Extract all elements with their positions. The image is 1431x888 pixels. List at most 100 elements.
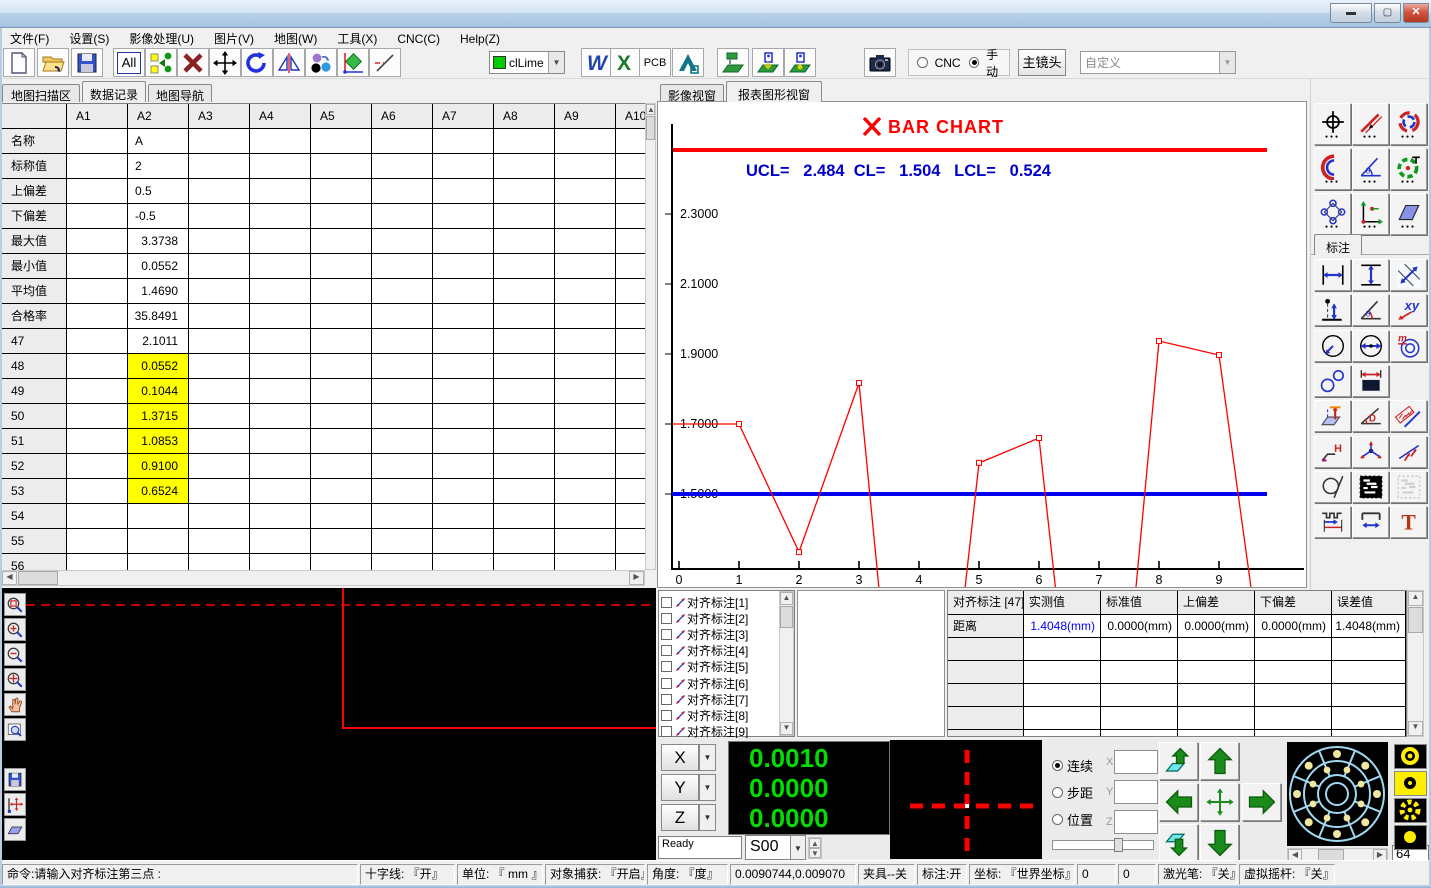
grid-cell[interactable] <box>433 454 494 479</box>
grid-cell[interactable] <box>616 354 645 379</box>
grid-cell[interactable] <box>555 479 616 504</box>
grid-cell[interactable] <box>494 429 555 454</box>
grid-cell[interactable] <box>616 129 645 154</box>
tab-chart-0[interactable]: 影像视窗 <box>660 84 724 102</box>
grid-cell[interactable] <box>311 504 372 529</box>
results-cell[interactable]: 0.0000(mm) <box>1255 615 1332 638</box>
grid-cell[interactable]: 0.9100 <box>128 454 189 479</box>
grid-cell[interactable] <box>250 304 311 329</box>
results-cell-empty[interactable] <box>1178 661 1255 684</box>
dim-text-button[interactable]: T <box>1390 506 1427 538</box>
tool-angle-button[interactable]: θ●●● <box>1352 148 1389 190</box>
results-col-header[interactable]: 标准值 <box>1101 591 1178 615</box>
axis-z-dropdown[interactable]: ▼ <box>699 804 716 831</box>
dim-plane-height-button[interactable] <box>1314 400 1351 432</box>
manual-radio[interactable] <box>969 57 980 68</box>
axis-y-dropdown[interactable]: ▼ <box>699 774 716 801</box>
dim-perpendicular-button[interactable] <box>1390 436 1427 468</box>
grid-cell[interactable] <box>494 404 555 429</box>
grid-cell[interactable] <box>372 329 433 354</box>
grid-cell[interactable] <box>555 504 616 529</box>
grid-cell[interactable] <box>616 454 645 479</box>
grid-cell[interactable] <box>128 554 189 570</box>
grid-cell[interactable] <box>189 479 250 504</box>
grid-cell[interactable] <box>372 254 433 279</box>
cad-view[interactable] <box>0 588 656 860</box>
grid-cell[interactable] <box>494 504 555 529</box>
grid-cell[interactable] <box>250 129 311 154</box>
grid-cell[interactable] <box>311 554 372 570</box>
grid-cell[interactable] <box>555 179 616 204</box>
grid-cell[interactable] <box>433 229 494 254</box>
pan-hand-button[interactable] <box>4 693 26 716</box>
grid-cell[interactable] <box>494 329 555 354</box>
results-col-header[interactable]: 上偏差 <box>1178 591 1255 615</box>
tab-annotate[interactable]: 标注 <box>1314 234 1362 255</box>
grid-cell[interactable] <box>616 254 645 279</box>
annotation-item[interactable]: 对齐标注[1] <box>661 594 748 610</box>
grid-cell[interactable] <box>616 529 645 554</box>
results-cell-empty[interactable] <box>1101 638 1178 661</box>
results-cell-empty[interactable] <box>1255 730 1332 737</box>
results-cell[interactable]: 0.0000(mm) <box>1178 615 1255 638</box>
step-x-input[interactable] <box>1114 750 1158 774</box>
annotation-item[interactable]: 对齐标注[8] <box>661 707 748 723</box>
transform-points-button[interactable] <box>145 48 177 77</box>
grid-cell[interactable] <box>311 454 372 479</box>
annotation-checkbox[interactable] <box>661 645 672 656</box>
grid-row-header[interactable]: 47 <box>2 329 67 354</box>
grid-cell[interactable] <box>372 154 433 179</box>
grid-cell[interactable] <box>433 504 494 529</box>
grid-row-header[interactable]: 上偏差 <box>2 179 67 204</box>
grid-cell[interactable] <box>433 129 494 154</box>
delete-button[interactable] <box>177 48 209 77</box>
grid-col-header[interactable]: A6 <box>372 104 433 129</box>
grid-cell[interactable] <box>311 179 372 204</box>
grid-cell[interactable] <box>250 329 311 354</box>
zoom-window-button[interactable] <box>4 593 26 616</box>
line-tool-button[interactable] <box>369 48 401 77</box>
grid-cell[interactable] <box>67 154 128 179</box>
grid-cell[interactable] <box>250 179 311 204</box>
grid-cell[interactable] <box>311 479 372 504</box>
profile-combo-arrow[interactable]: ▼ <box>1219 52 1235 73</box>
grid-cell[interactable] <box>67 329 128 354</box>
grid-row-header[interactable]: 54 <box>2 504 67 529</box>
save-button[interactable] <box>71 48 103 77</box>
mirror-button[interactable] <box>273 48 305 77</box>
grid-col-header[interactable]: A2 <box>128 104 189 129</box>
grid-cell[interactable] <box>555 154 616 179</box>
dim-radius-button[interactable] <box>1314 330 1351 362</box>
grid-cell[interactable] <box>311 379 372 404</box>
grid-cell[interactable] <box>433 479 494 504</box>
pcb-tool3-button[interactable] <box>784 48 816 77</box>
select-all-button[interactable]: All <box>113 48 145 77</box>
dim-xy-button[interactable]: xy <box>1390 294 1427 326</box>
tool-plane-button[interactable]: ●●● <box>1390 193 1427 235</box>
grid-cell[interactable]: 0.6524 <box>128 479 189 504</box>
results-cell-empty[interactable] <box>1255 661 1332 684</box>
annotation-item[interactable]: 对齐标注[5] <box>661 659 748 675</box>
annotation-item[interactable]: 对齐标注[3] <box>661 626 748 642</box>
speed-spinner[interactable]: ▲ ▼ <box>808 837 822 859</box>
grid-cell[interactable] <box>555 279 616 304</box>
grid-row-header[interactable]: 55 <box>2 529 67 554</box>
grid-cell[interactable] <box>189 279 250 304</box>
results-cell-empty[interactable] <box>948 707 1024 730</box>
grid-cell[interactable] <box>555 354 616 379</box>
grid-cell[interactable] <box>494 229 555 254</box>
minimize-button[interactable]: ▬ <box>1330 3 1372 23</box>
grid-cell[interactable]: 3.3738 <box>128 229 189 254</box>
grid-cell[interactable] <box>555 129 616 154</box>
grid-cell[interactable] <box>250 554 311 570</box>
grid-cell[interactable] <box>189 554 250 570</box>
results-cell-empty[interactable] <box>1101 707 1178 730</box>
grid-col-header[interactable]: A1 <box>67 104 128 129</box>
results-cell-empty[interactable] <box>1178 684 1255 707</box>
grid-cell[interactable] <box>555 229 616 254</box>
grid-cell[interactable]: 0.5 <box>128 179 189 204</box>
grid-cell[interactable] <box>372 504 433 529</box>
grid-cell[interactable] <box>189 154 250 179</box>
grid-vscrollbar[interactable]: ▲ <box>645 103 656 570</box>
color-combo[interactable]: clLime▼ <box>489 51 565 74</box>
